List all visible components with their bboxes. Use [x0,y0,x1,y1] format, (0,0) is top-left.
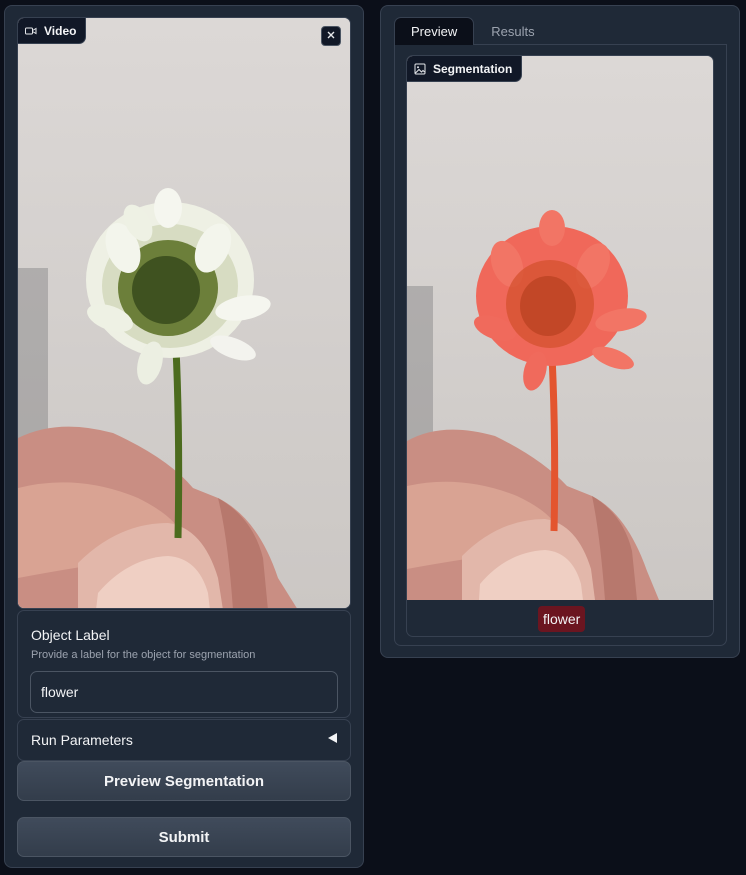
run-parameters-label: Run Parameters [31,732,133,748]
close-video-button[interactable] [321,26,341,46]
output-panel: Preview Results Segmentation flower [380,5,740,658]
preview-segmentation-button[interactable]: Preview Segmentation [17,761,351,801]
image-icon [414,63,426,75]
video-block-label: Video [18,18,87,44]
object-label-block: Object Label Provide a label for the obj… [17,610,351,718]
segmentation-output: Segmentation flower [406,55,714,637]
submit-button[interactable]: Submit [17,817,351,857]
object-label-info: Provide a label for the object for segme… [31,649,256,661]
video-player[interactable]: Video [17,17,351,609]
segmentation-block-label: Segmentation [407,56,523,82]
video-frame-flower [18,18,350,608]
triangle-left-icon [327,731,338,749]
segmentation-image [407,56,713,600]
tab-preview[interactable]: Preview [394,17,475,45]
object-label-input[interactable]: flower [30,671,338,713]
close-icon [326,27,336,45]
tab-results[interactable]: Results [474,17,551,45]
object-label-title: Object Label [31,627,110,643]
segmentation-label-text: Segmentation [433,61,513,76]
segmented-flower-image [407,56,713,600]
output-tabs: Preview Results [394,17,552,45]
video-label-text: Video [44,23,77,38]
video-camera-icon [25,25,37,37]
run-parameters-accordion[interactable]: Run Parameters [17,719,351,761]
segmentation-label-chip[interactable]: flower [538,606,586,632]
input-panel: Video Object Label Provide a label for t… [4,5,364,868]
